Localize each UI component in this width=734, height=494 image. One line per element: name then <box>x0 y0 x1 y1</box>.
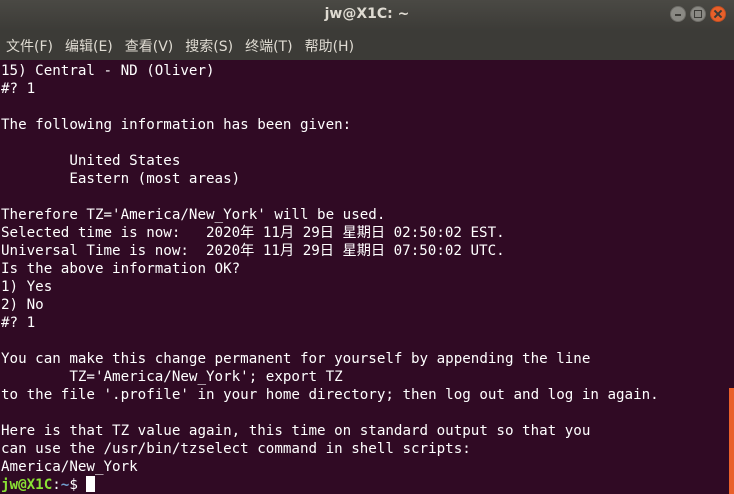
menu-search[interactable]: 搜索(S) <box>185 36 233 56</box>
title-bar[interactable]: jw@X1C: ~ <box>0 0 734 31</box>
menu-help[interactable]: 帮助(H) <box>305 36 354 56</box>
terminal-output[interactable]: 15) Central - ND (Oliver) #? 1 The follo… <box>0 60 728 494</box>
terminal-window: jw@X1C: ~ 文件(F) 编辑(E) 查看(V) 搜索(S) 终端(T) … <box>0 0 734 494</box>
terminal-line: 2) No <box>1 297 44 313</box>
prompt-user: jw@X1C <box>1 477 53 493</box>
maximize-icon[interactable] <box>690 6 706 22</box>
prompt-separator: : <box>52 477 61 493</box>
terminal-line: 15) Central - ND (Oliver) <box>1 63 215 79</box>
terminal-line: #? 1 <box>1 315 36 331</box>
terminal-line: Therefore TZ='America/New_York' will be … <box>1 207 386 223</box>
terminal-line: The following information has been given… <box>1 117 352 133</box>
terminal-line: You can make this change permanent for y… <box>1 351 591 367</box>
terminal-line: Is the above information OK? <box>1 261 241 277</box>
terminal-line: can use the /usr/bin/tzselect command in… <box>1 441 471 457</box>
terminal-line: Selected time is now: 2020年 11月 29日 星期日 … <box>1 225 505 241</box>
scrollbar-thumb[interactable] <box>729 388 734 494</box>
text-cursor <box>86 476 96 492</box>
scrollbar[interactable] <box>728 60 734 494</box>
prompt-line[interactable]: jw@X1C:~$ <box>1 476 728 494</box>
menu-bar: 文件(F) 编辑(E) 查看(V) 搜索(S) 终端(T) 帮助(H) <box>0 31 734 60</box>
terminal-line: Here is that TZ value again, this time o… <box>1 423 591 439</box>
terminal-line: America/New_York <box>1 459 138 475</box>
close-icon[interactable] <box>710 6 726 22</box>
menu-view[interactable]: 查看(V) <box>125 36 174 56</box>
minimize-icon[interactable] <box>670 6 686 22</box>
menu-file[interactable]: 文件(F) <box>6 36 53 56</box>
terminal-line: #? 1 <box>1 81 36 97</box>
terminal-line: 1) Yes <box>1 279 53 295</box>
terminal-line: United States <box>1 153 181 169</box>
terminal-line: to the file '.profile' in your home dire… <box>1 387 659 403</box>
window-controls <box>670 6 726 22</box>
menu-terminal[interactable]: 终端(T) <box>245 36 292 56</box>
prompt-symbol: $ <box>69 477 87 493</box>
terminal-line: TZ='America/New_York'; export TZ <box>1 369 343 385</box>
window-title: jw@X1C: ~ <box>324 6 410 22</box>
terminal-line: Universal Time is now: 2020年 11月 29日 星期日… <box>1 243 505 259</box>
menu-edit[interactable]: 编辑(E) <box>65 36 113 56</box>
terminal-line: Eastern (most areas) <box>1 171 241 187</box>
